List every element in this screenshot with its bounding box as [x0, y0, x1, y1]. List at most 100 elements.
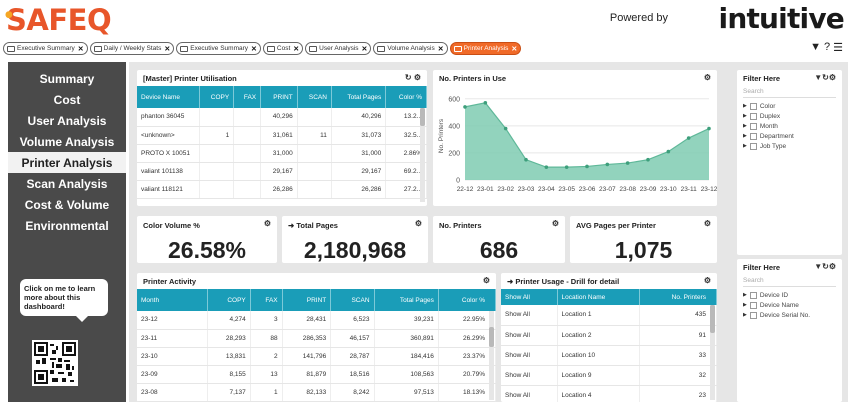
settings-icon[interactable]: ⚙: [415, 219, 422, 228]
sidebar-item-volume-analysis[interactable]: Volume Analysis: [8, 131, 126, 152]
help-icon[interactable]: ?: [824, 41, 830, 54]
table-row[interactable]: Show All Location 10 33: [501, 345, 717, 366]
qr-code[interactable]: [32, 340, 78, 386]
filter-icon[interactable]: ▼: [810, 41, 821, 54]
col-total-pages[interactable]: Total Pages: [331, 86, 387, 108]
checkbox[interactable]: [749, 311, 757, 319]
checkbox[interactable]: [749, 291, 757, 299]
refresh-settings-icon[interactable]: ↻ ⚙: [405, 73, 421, 82]
sidebar-item-summary[interactable]: Summary: [8, 68, 126, 89]
checkbox[interactable]: [749, 112, 757, 120]
filter-search-input[interactable]: Search: [743, 275, 836, 287]
expand-icon[interactable]: ▶: [743, 103, 747, 109]
table-row[interactable]: 23-08 7,137 1 82,133 8,242 97,513 18.13%: [137, 383, 496, 402]
filter-search-input[interactable]: Search: [743, 86, 836, 98]
close-icon[interactable]: ✕: [251, 45, 257, 53]
menu-icon[interactable]: ☰: [833, 41, 843, 54]
col-no-printers[interactable]: No. Printers: [639, 289, 717, 305]
col-print[interactable]: PRINT: [260, 86, 298, 108]
table-row[interactable]: 23-11 28,293 88 286,353 46,157 360,891 26.29%: [137, 329, 496, 348]
filter-item-device-serial[interactable]: ▶ Device Serial No.: [737, 310, 842, 320]
expand-icon[interactable]: ▶: [743, 143, 747, 149]
filter-item-color[interactable]: ▶ Color: [737, 101, 842, 111]
checkbox[interactable]: [749, 301, 757, 309]
table-row[interactable]: PROTO X 10051 31,000 31,000 2.86%: [137, 144, 427, 163]
filter-item-device-id[interactable]: ▶ Device ID: [737, 290, 842, 300]
filter-tools-icon[interactable]: ▼↻⚙: [814, 262, 836, 271]
close-icon[interactable]: ✕: [293, 45, 299, 53]
table-row[interactable]: <unknown> 1 31,061 11 31,073 32.5...: [137, 126, 427, 145]
filter-item-device-name[interactable]: ▶ Device Name: [737, 300, 842, 310]
table-scrollbar[interactable]: [420, 108, 425, 202]
expand-icon[interactable]: ▶: [743, 113, 747, 119]
close-icon[interactable]: ✕: [164, 45, 170, 53]
table-row[interactable]: Show All Location 9 32: [501, 365, 717, 386]
close-icon[interactable]: ✕: [362, 45, 368, 53]
settings-icon[interactable]: ⚙: [704, 219, 711, 228]
filter-item-duplex[interactable]: ▶ Duplex: [737, 111, 842, 121]
tab-cost[interactable]: Cost ✕: [262, 42, 304, 55]
col-fax[interactable]: FAX: [250, 289, 283, 311]
scroll-thumb[interactable]: [489, 327, 494, 347]
sidebar-item-printer-analysis[interactable]: Printer Analysis: [8, 152, 126, 173]
sidebar-item-cost-volume[interactable]: Cost & Volume: [8, 194, 126, 215]
expand-icon[interactable]: ▶: [743, 312, 747, 318]
col-total-pages[interactable]: Total Pages: [374, 289, 439, 311]
expand-icon[interactable]: ▶: [743, 302, 747, 308]
table-row[interactable]: Show All Location 1 435: [501, 305, 717, 326]
close-icon[interactable]: ✕: [511, 45, 517, 53]
checkbox[interactable]: [749, 142, 757, 150]
col-copy[interactable]: COPY: [199, 86, 235, 108]
checkbox[interactable]: [749, 102, 757, 110]
col-color-pct[interactable]: Color %: [438, 289, 496, 311]
filter-tools-icon[interactable]: ▼↻⚙: [814, 73, 836, 82]
checkbox[interactable]: [749, 122, 757, 130]
scroll-thumb[interactable]: [420, 108, 425, 126]
settings-icon[interactable]: ⚙: [704, 73, 711, 82]
table-scrollbar[interactable]: [489, 311, 494, 400]
col-show-all[interactable]: Show All: [501, 289, 558, 305]
col-copy[interactable]: COPY: [207, 289, 251, 311]
table-row[interactable]: 23-09 8,155 13 81,879 18,516 108,563 20.79%: [137, 365, 496, 384]
promo-bubble[interactable]: Click on me to learn more about this das…: [20, 279, 108, 322]
col-color-pct[interactable]: Color %: [385, 86, 427, 108]
sidebar-item-user-analysis[interactable]: User Analysis: [8, 110, 126, 131]
table-row[interactable]: Show All Location 2 91: [501, 325, 717, 346]
tab-executive-summary-2[interactable]: Executive Summary ✕: [176, 42, 261, 55]
table-scrollbar[interactable]: [710, 305, 715, 400]
sidebar-item-environmental[interactable]: Environmental: [8, 215, 126, 236]
checkbox[interactable]: [749, 132, 757, 140]
table-row[interactable]: Show All Location 4 23: [501, 385, 717, 402]
close-icon[interactable]: ✕: [78, 45, 84, 53]
close-icon[interactable]: ✕: [438, 45, 444, 53]
settings-icon[interactable]: ⚙: [264, 219, 271, 228]
table-row[interactable]: phanton 36045 40,296 40,296 13.2...: [137, 108, 427, 127]
filter-item-month[interactable]: ▶ Month: [737, 121, 842, 131]
filter-item-department[interactable]: ▶ Department: [737, 131, 842, 141]
filter-item-job-type[interactable]: ▶ Job Type: [737, 141, 842, 151]
sidebar-item-cost[interactable]: Cost: [8, 89, 126, 110]
table-row[interactable]: 23-12 4,274 3 28,431 6,523 39,231 22.95%: [137, 311, 496, 330]
tab-executive-summary[interactable]: Executive Summary ✕: [3, 42, 88, 55]
table-row[interactable]: valiant 101138 29,167 29,167 69.2...: [137, 162, 427, 181]
settings-icon[interactable]: ⚙: [552, 219, 559, 228]
table-row[interactable]: valiant 118121 26,286 26,286 27.2...: [137, 180, 427, 199]
sidebar-item-scan-analysis[interactable]: Scan Analysis: [8, 173, 126, 194]
scroll-thumb[interactable]: [710, 305, 715, 333]
col-scan[interactable]: SCAN: [330, 289, 375, 311]
expand-icon[interactable]: ▶: [743, 133, 747, 139]
settings-icon[interactable]: ⚙: [704, 276, 711, 285]
tab-volume-analysis[interactable]: Volume Analysis ✕: [373, 42, 448, 55]
expand-icon[interactable]: ▶: [743, 123, 747, 129]
col-month[interactable]: Month: [137, 289, 208, 311]
col-device-name[interactable]: Device Name: [137, 86, 200, 108]
col-scan[interactable]: SCAN: [297, 86, 332, 108]
tab-daily-weekly-stats[interactable]: Daily / Weekly Stats ✕: [89, 42, 175, 55]
expand-icon[interactable]: ▶: [743, 292, 747, 298]
col-location-name[interactable]: Location Name: [557, 289, 640, 305]
col-fax[interactable]: FAX: [233, 86, 262, 108]
table-row[interactable]: 23-10 13,831 2 141,796 28,787 184,416 23.37%: [137, 347, 496, 366]
col-print[interactable]: PRINT: [282, 289, 332, 311]
settings-icon[interactable]: ⚙: [483, 276, 490, 285]
tab-printer-analysis[interactable]: Printer Analysis ✕: [449, 42, 522, 55]
